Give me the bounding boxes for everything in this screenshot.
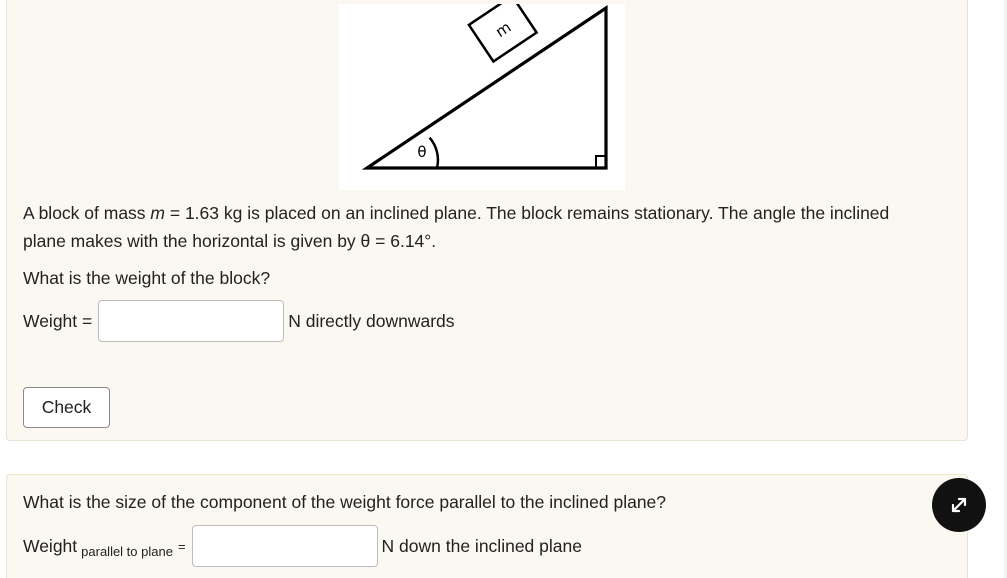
angle-arc bbox=[428, 136, 440, 169]
parallel-answer-input[interactable] bbox=[191, 525, 378, 567]
parallel-input-label: Weight parallel to plane = bbox=[23, 535, 186, 559]
parallel-unit-label: N down the inclined plane bbox=[381, 535, 582, 556]
parallel-label-equals: = bbox=[177, 538, 186, 554]
inclined-plane-figure: θ m bbox=[339, 4, 625, 190]
weight-input-row: Weight = N directly downwards bbox=[23, 300, 455, 342]
weight-answer-input[interactable] bbox=[98, 300, 285, 342]
question-weight-prompt: What is the weight of the block? bbox=[23, 268, 271, 288]
mass-block: m bbox=[467, 4, 539, 64]
parallel-label-subscript: parallel to plane bbox=[81, 543, 173, 559]
inclined-plane-diagram: θ m bbox=[361, 4, 608, 170]
expand-button[interactable] bbox=[932, 478, 986, 532]
check-button[interactable]: Check bbox=[23, 387, 110, 428]
mass-variable: m bbox=[150, 203, 165, 223]
weight-unit-label: N directly downwards bbox=[288, 310, 455, 331]
question-parallel-prompt: What is the size of the component of the… bbox=[23, 492, 667, 512]
problem-statement-line-1: A block of mass m = 1.63 kg is placed on… bbox=[23, 202, 889, 224]
statement-pre: A block of mass bbox=[23, 203, 151, 223]
weight-input-label: Weight = bbox=[23, 310, 93, 331]
statement-post: = 1.63 kg is placed on an inclined plane… bbox=[165, 203, 890, 223]
problem-statement-line-2: plane makes with the horizontal is given… bbox=[23, 231, 437, 251]
parallel-input-row: Weight parallel to plane = N down the incl… bbox=[23, 525, 582, 567]
parallel-label-main: Weight bbox=[23, 535, 78, 556]
angle-theta-label: θ bbox=[417, 143, 426, 161]
page: θ m A block of mass m = 1.63 kg is place… bbox=[0, 0, 1007, 578]
expand-arrows-icon bbox=[951, 497, 967, 513]
